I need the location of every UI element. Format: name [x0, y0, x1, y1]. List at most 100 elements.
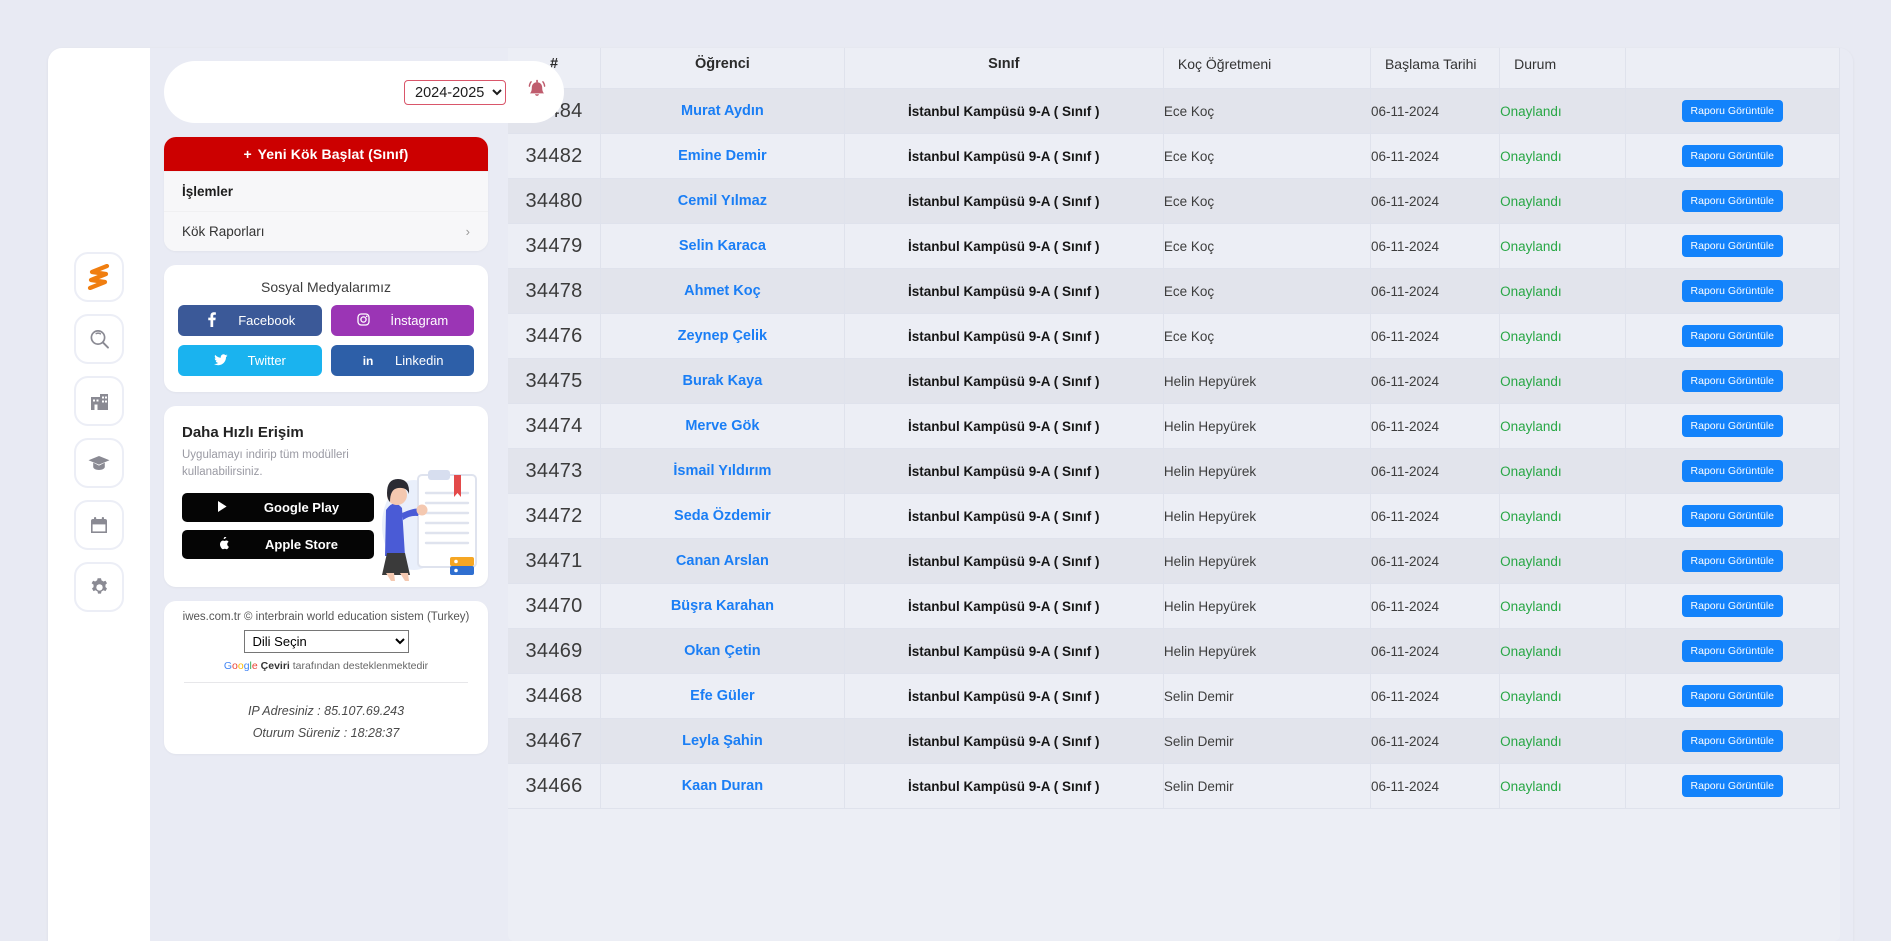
notification-bell-button[interactable]: [520, 75, 554, 109]
table-row[interactable]: 34484Murat Aydınİstanbul Kampüsü 9-A ( S…: [508, 88, 1840, 134]
sidebar-item-search[interactable]: [74, 314, 124, 364]
table-header-row: # Öğrenci Sınıf Koç Öğretmeni Başlama Ta…: [508, 48, 1840, 89]
linkedin-button[interactable]: in Linkedin: [330, 345, 474, 376]
view-report-button[interactable]: Raporu Görüntüle: [1681, 325, 1784, 347]
facebook-label: Facebook: [238, 313, 296, 328]
table-row[interactable]: 34479 Selin Karaca İstanbul Kampüsü 9-A ( …: [508, 223, 1840, 269]
new-root-button[interactable]: + Yeni Kök Başlat (Sınıf): [164, 137, 488, 171]
cell-coach: Helin Hepyürek: [1163, 628, 1371, 674]
view-report-button[interactable]: Raporu Görüntüle: [1681, 730, 1784, 752]
actions-section-label: İşlemler: [164, 171, 488, 211]
cell-id: 34478: [508, 268, 602, 314]
student-name-link[interactable]: Murat Aydın: [600, 88, 845, 134]
cell-actions: Raporu Görüntüle: [1625, 538, 1840, 584]
cell-class: İstanbul Kampüsü 9-A ( Sınıf ): [844, 628, 1164, 674]
view-report-button[interactable]: Raporu Görüntüle: [1681, 145, 1784, 167]
student-name-link[interactable]: Cemil Yılmaz: [600, 178, 845, 224]
table-row[interactable]: 34476 Zeynep Çelik İstanbul Kampüsü 9-A ( …: [508, 313, 1840, 359]
table-row[interactable]: 34466 Kaan Duran İstanbul Kampüsü 9-A ( Sı…: [508, 763, 1840, 809]
academic-year-select[interactable]: 2024-2025: [404, 79, 506, 105]
table-row[interactable]: 34482 Emine Demir İstanbul Kampüsü 9-A ( S…: [508, 133, 1840, 179]
table-row[interactable]: 34469 Okan Çetin İstanbul Kampüsü 9-A ( Sı…: [508, 628, 1840, 674]
student-name-link[interactable]: Seda Özdemir: [600, 493, 845, 539]
table-row[interactable]: 34467 Leyla Şahin İstanbul Kampüsü 9-A ( S…: [508, 718, 1840, 764]
view-report-button[interactable]: Raporu Görüntüle: [1681, 280, 1784, 302]
student-name-link[interactable]: Merve Gök: [600, 403, 845, 449]
table-row[interactable]: 34473 İsmail Yıldırım İstanbul Kampüsü 9-A…: [508, 448, 1840, 494]
view-report-button[interactable]: Raporu Görüntüle: [1681, 190, 1784, 212]
cell-class: İstanbul Kampüsü 9-A ( Sınıf ): [844, 493, 1164, 539]
table-row[interactable]: 34471 Canan Arslan İstanbul Kampüsü 9-A ( …: [508, 538, 1840, 584]
sidebar-item-calendar[interactable]: [74, 500, 124, 550]
student-name-link[interactable]: Zeynep Çelik: [600, 313, 845, 359]
sidebar-item-home[interactable]: [74, 252, 124, 302]
menu-item-root-reports[interactable]: Kök Raporları ›: [164, 211, 488, 251]
status-badge: Onaylandı: [1499, 493, 1626, 539]
table-row[interactable]: 34474 Merve Gök İstanbul Kampüsü 9-A ( Sın…: [508, 403, 1840, 449]
student-name-link[interactable]: İsmail Yıldırım: [600, 448, 845, 494]
student-name-link[interactable]: Selin Karaca: [600, 223, 845, 269]
view-report-button[interactable]: Raporu Görüntüle: [1681, 550, 1784, 572]
table-row[interactable]: 34480 Cemil Yılmaz İstanbul Kampüsü 9-A ( …: [508, 178, 1840, 224]
student-name-link[interactable]: Büşra Karahan: [600, 583, 845, 629]
status-badge: Onaylandı: [1499, 358, 1626, 404]
linkedin-label: Linkedin: [395, 353, 444, 368]
cell-class: İstanbul Kampüsü 9-A ( Sınıf ): [844, 88, 1164, 134]
student-name-link[interactable]: Emine Demir: [600, 133, 845, 179]
status-badge: Onaylandı: [1499, 673, 1626, 719]
cell-class: İstanbul Kampüsü 9-A ( Sınıf ): [844, 448, 1164, 494]
view-report-button[interactable]: Raporu Görüntüle: [1681, 415, 1784, 437]
student-name-link[interactable]: Okan Çetin: [600, 628, 845, 674]
view-report-button[interactable]: Raporu Görüntüle: [1681, 595, 1784, 617]
col-header-status[interactable]: Durum: [1499, 48, 1626, 89]
language-select[interactable]: Dili Seçin: [243, 630, 409, 654]
status-badge: Onaylandı: [1499, 88, 1626, 134]
student-name-link[interactable]: Canan Arslan: [600, 538, 845, 584]
cell-start-date: 06-11-2024: [1370, 493, 1501, 539]
content-column: # Öğrenci Sınıf Koç Öğretmeni Başlama Ta…: [502, 48, 1853, 941]
instagram-icon: [356, 312, 370, 329]
table-row[interactable]: 34478 Ahmet Koç İstanbul Kampüsü 9-A ( Sın…: [508, 268, 1840, 314]
google-play-button[interactable]: Google Play: [182, 493, 374, 523]
col-header-date[interactable]: Başlama Tarihi: [1370, 48, 1501, 89]
apple-store-button[interactable]: Apple Store: [182, 530, 374, 560]
cell-class: İstanbul Kampüsü 9-A ( Sınıf ): [844, 403, 1164, 449]
col-header-student[interactable]: Öğrenci: [600, 48, 845, 89]
cell-class: İstanbul Kampüsü 9-A ( Sınıf ): [844, 673, 1164, 719]
student-name-link[interactable]: Leyla Şahin: [600, 718, 845, 764]
col-header-coach[interactable]: Koç Öğretmeni: [1163, 48, 1371, 89]
table-row[interactable]: 34472 Seda Özdemir İstanbul Kampüsü 9-A ( …: [508, 493, 1840, 539]
col-header-class[interactable]: Sınıf: [844, 48, 1164, 89]
twitter-button[interactable]: Twitter: [178, 345, 322, 376]
cell-coach: Helin Hepyürek: [1163, 493, 1371, 539]
status-badge: Onaylandı: [1499, 178, 1626, 224]
student-name-link[interactable]: Efe Güler: [600, 673, 845, 719]
student-name-link[interactable]: Kaan Duran: [600, 763, 845, 809]
table-row[interactable]: 34470 Büşra Karahan İstanbul Kampüsü 9-A (…: [508, 583, 1840, 629]
cell-coach: Helin Hepyürek: [1163, 538, 1371, 584]
instagram-button[interactable]: İnstagram: [330, 305, 474, 336]
cell-id: 34473: [508, 448, 602, 494]
view-report-button[interactable]: Raporu Görüntüle: [1681, 640, 1784, 662]
sidebar-item-settings[interactable]: [74, 562, 124, 612]
table-row[interactable]: 34468 Efe Güler İstanbul Kampüsü 9-A ( Sın…: [508, 673, 1840, 719]
view-report-button[interactable]: Raporu Görüntüle: [1681, 460, 1784, 482]
view-report-button[interactable]: Raporu Görüntüle: [1681, 235, 1784, 257]
status-badge: Onaylandı: [1499, 403, 1626, 449]
cell-actions: Raporu Görüntüle: [1625, 583, 1840, 629]
facebook-button[interactable]: Facebook: [178, 305, 322, 336]
gear-icon: [88, 576, 111, 599]
view-report-button[interactable]: Raporu Görüntüle: [1681, 100, 1784, 122]
student-name-link[interactable]: Burak Kaya: [600, 358, 845, 404]
view-report-button[interactable]: Raporu Görüntüle: [1681, 685, 1784, 707]
table-row[interactable]: 34475 Burak Kaya İstanbul Kampüsü 9-A ( Sı…: [508, 358, 1840, 404]
sidebar-item-education[interactable]: [74, 438, 124, 488]
view-report-button[interactable]: Raporu Görüntüle: [1681, 505, 1784, 527]
view-report-button[interactable]: Raporu Görüntüle: [1681, 775, 1784, 797]
view-report-button[interactable]: Raporu Görüntüle: [1681, 370, 1784, 392]
session-info: IP Adresiniz : 85.107.69.243 Oturum Süre…: [164, 689, 488, 754]
social-panel: Sosyal Medyalarımız Facebook İnstagram T…: [164, 265, 488, 392]
top-bar: 2024-2025: [164, 61, 564, 123]
sidebar-item-campus[interactable]: [74, 376, 124, 426]
student-name-link[interactable]: Ahmet Koç: [600, 268, 845, 314]
